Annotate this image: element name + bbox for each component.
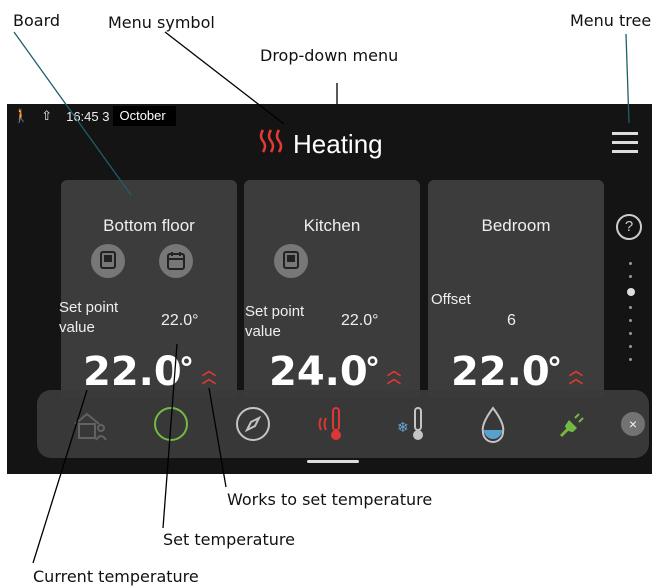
callout-leader-lines [13,31,630,564]
